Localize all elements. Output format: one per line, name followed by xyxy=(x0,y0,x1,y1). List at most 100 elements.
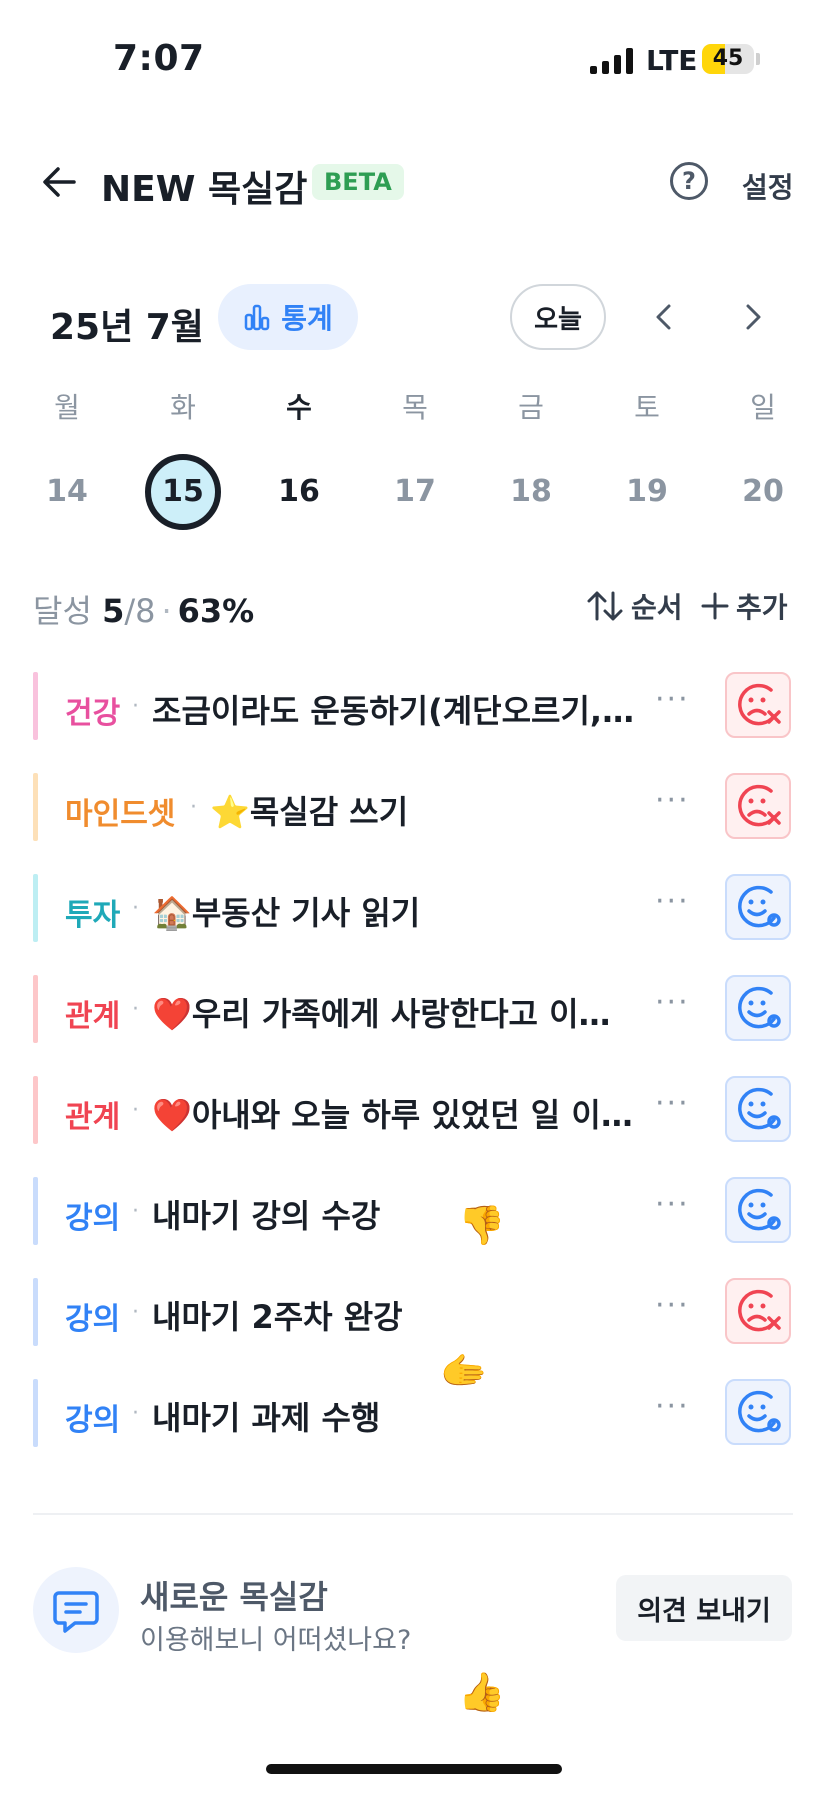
weekday-label: 일 xyxy=(750,391,776,424)
habit-row[interactable]: 관계 · ❤️우리 가족에게 사랑한다고 이야기하기 ··· xyxy=(33,975,793,1043)
smile-face-done-icon[interactable] xyxy=(725,1076,791,1142)
habit-row[interactable]: 강의 · 내마기 과제 수행 ··· xyxy=(33,1379,793,1447)
battery-level: 45 xyxy=(712,46,744,71)
habit-category: 건강 xyxy=(65,696,121,731)
date-cell[interactable]: 14 xyxy=(29,454,105,530)
habit-name: 조금이라도 운동하기(계단오르기, 스쿼트) xyxy=(152,692,637,730)
sad-face-fail-icon[interactable] xyxy=(725,672,791,738)
category-color-bar xyxy=(33,975,38,1043)
habit-row[interactable]: 강의 · 내마기 강의 수강 ··· xyxy=(33,1177,793,1245)
more-options-icon[interactable]: ··· xyxy=(655,682,690,717)
stats-label: 통계 xyxy=(281,302,333,335)
habit-category: 투자 xyxy=(65,898,121,933)
status-time: 7:07 xyxy=(113,38,205,79)
category-separator: · xyxy=(132,997,139,1022)
progress-done: 5 xyxy=(102,592,125,630)
smile-face-done-icon[interactable] xyxy=(725,1379,791,1445)
category-color-bar xyxy=(33,1076,38,1144)
plus-icon xyxy=(701,592,729,620)
battery-tip xyxy=(756,53,760,65)
sad-face-fail-icon[interactable] xyxy=(725,1278,791,1344)
progress-separator: · xyxy=(161,592,172,630)
date-cell[interactable]: 19 xyxy=(609,454,685,530)
more-options-icon[interactable]: ··· xyxy=(655,1389,690,1424)
order-button[interactable]: 순서 xyxy=(585,586,683,626)
progress-label: 달성 xyxy=(33,592,92,630)
date-cell[interactable]: 20 xyxy=(725,454,801,530)
habit-category: 강의 xyxy=(65,1403,121,1438)
habit-name: ⭐목실감 쓰기 xyxy=(210,793,409,831)
today-button[interactable]: 오늘 xyxy=(510,284,606,350)
thumbs-up-icon: 👍 xyxy=(458,1670,506,1714)
category-color-bar xyxy=(33,773,38,841)
habit-name: 내마기 강의 수강 xyxy=(152,1197,381,1235)
date-cell[interactable]: 17 xyxy=(377,454,453,530)
smile-face-done-icon[interactable] xyxy=(725,975,791,1041)
chevron-right-icon[interactable] xyxy=(735,300,769,334)
habit-category: 강의 xyxy=(65,1201,121,1236)
weekday-label: 월 xyxy=(54,391,80,424)
sort-arrows-icon xyxy=(587,591,623,621)
progress-total: /8 xyxy=(124,592,156,630)
month-label: 25년 7월 xyxy=(50,307,204,348)
date-today[interactable]: 15 xyxy=(145,454,221,530)
more-options-icon[interactable]: ··· xyxy=(655,884,690,919)
date-cell[interactable]: 16 xyxy=(261,454,337,530)
send-feedback-button[interactable]: 의견 보내기 xyxy=(616,1575,792,1641)
habit-name: ❤️우리 가족에게 사랑한다고 이야기하기 xyxy=(152,995,637,1033)
date-cell[interactable]: 18 xyxy=(493,454,569,530)
habit-row[interactable]: 관계 · ❤️아내와 오늘 하루 있었던 일 이야기하기 ··· xyxy=(33,1076,793,1144)
beta-badge: BETA xyxy=(312,164,404,200)
habit-name: 내마기 과제 수행 xyxy=(152,1399,381,1437)
category-separator: · xyxy=(190,795,197,820)
back-arrow-icon[interactable] xyxy=(40,162,80,202)
thumbs-down-icon: 👎 xyxy=(458,1203,506,1247)
habit-row[interactable]: 강의 · 내마기 2주차 완강 ··· xyxy=(33,1278,793,1346)
habit-category: 관계 xyxy=(65,1100,121,1135)
smile-face-done-icon[interactable] xyxy=(725,874,791,940)
category-color-bar xyxy=(33,1177,38,1245)
habit-row[interactable]: 마인드셋 · ⭐목실감 쓰기 ··· xyxy=(33,773,793,841)
weekday-label: 토 xyxy=(634,391,660,424)
add-button[interactable]: 추가 xyxy=(700,586,788,626)
category-separator: · xyxy=(132,1401,139,1426)
category-separator: · xyxy=(132,694,139,719)
chat-bubble-icon xyxy=(33,1567,119,1653)
category-color-bar xyxy=(33,874,38,942)
smile-face-done-icon[interactable] xyxy=(725,1177,791,1243)
category-color-bar xyxy=(33,1278,38,1346)
progress-summary: 달성 5/8 · 63% xyxy=(33,586,254,632)
habit-name: 내마기 2주차 완강 xyxy=(152,1298,403,1336)
progress-percent: 63% xyxy=(177,592,255,630)
sad-face-fail-icon[interactable] xyxy=(725,773,791,839)
habit-row[interactable]: 건강 · 조금이라도 운동하기(계단오르기, 스쿼트) ··· xyxy=(33,672,793,740)
more-options-icon[interactable]: ··· xyxy=(655,1086,690,1121)
more-options-icon[interactable]: ··· xyxy=(655,1187,690,1222)
divider xyxy=(33,1513,793,1515)
order-label: 순서 xyxy=(631,591,683,624)
more-options-icon[interactable]: ··· xyxy=(655,985,690,1020)
category-color-bar xyxy=(33,672,38,740)
pointing-hand-icon: 🫱 xyxy=(440,1349,488,1393)
stats-button[interactable]: 통계 xyxy=(218,284,358,350)
home-indicator xyxy=(266,1764,562,1774)
more-options-icon[interactable]: ··· xyxy=(655,783,690,818)
category-separator: · xyxy=(132,896,139,921)
weekday-label: 수 xyxy=(286,391,312,424)
habit-category: 강의 xyxy=(65,1302,121,1337)
bar-chart-icon xyxy=(244,304,270,331)
feedback-subtitle: 이용해보니 어떠셨나요? xyxy=(140,1625,412,1656)
add-label: 추가 xyxy=(736,591,788,624)
habit-row[interactable]: 투자 · 🏠부동산 기사 읽기 ··· xyxy=(33,874,793,942)
help-icon[interactable]: ? xyxy=(670,162,708,200)
habit-name: 🏠부동산 기사 읽기 xyxy=(152,894,421,932)
signal-icon xyxy=(590,48,633,74)
battery-icon: 45 xyxy=(702,44,754,74)
more-options-icon[interactable]: ··· xyxy=(655,1288,690,1323)
settings-button[interactable]: 설정 xyxy=(742,166,794,206)
chevron-left-icon[interactable] xyxy=(648,300,682,334)
category-separator: · xyxy=(132,1199,139,1224)
habit-category: 마인드셋 xyxy=(65,797,176,832)
page-title: NEW 목실감 xyxy=(101,169,308,210)
weekday-label: 금 xyxy=(518,391,544,424)
